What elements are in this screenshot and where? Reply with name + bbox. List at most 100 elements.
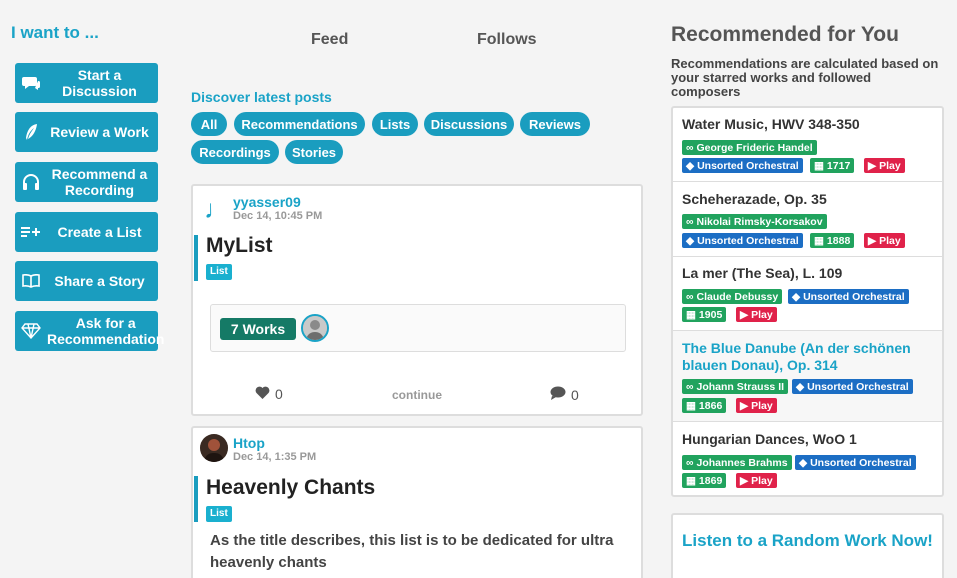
- recommended-subtitle: Recommendations are calculated based on …: [671, 56, 939, 99]
- ask-recommendation-button[interactable]: Ask for a Recommendation: [15, 311, 164, 351]
- filter-stories[interactable]: Stories: [285, 140, 343, 164]
- post-title[interactable]: MyList: [206, 234, 273, 258]
- post-card: ♩ yyasser09 Dec 14, 10:45 PM MyList List…: [191, 184, 643, 416]
- genre-name: Unsorted Orchestral: [697, 234, 799, 247]
- year-value: 1888: [826, 234, 851, 247]
- recommendations-column: Recommended for You Recommendations are …: [670, 0, 957, 578]
- create-list-button[interactable]: Create a List: [15, 212, 158, 252]
- calendar-icon: ▦: [686, 399, 696, 412]
- tag-icon: ◆: [686, 234, 695, 247]
- filter-recordings[interactable]: Recordings: [191, 140, 279, 164]
- recommendation-item: Water Music, HWV 348-350 ∞ George Frideri…: [673, 108, 942, 182]
- listen-random-link[interactable]: Listen to a Random Work Now!: [673, 532, 942, 550]
- year-value: 1866: [698, 399, 723, 412]
- post-card: Htop Dec 14, 1:35 PM Heavenly Chants Lis…: [191, 426, 643, 578]
- heart-icon: [255, 386, 270, 402]
- user-avatar[interactable]: [200, 434, 228, 462]
- review-work-button[interactable]: Review a Work: [15, 112, 158, 152]
- post-username[interactable]: yyasser09: [233, 194, 301, 210]
- post-type-badge: List: [206, 264, 232, 280]
- post-type-badge: List: [206, 506, 232, 522]
- start-discussion-label: Start a Discussion: [62, 67, 137, 99]
- link-icon: ∞: [686, 456, 694, 469]
- continue-link[interactable]: continue: [392, 388, 442, 402]
- play-label: Play: [879, 159, 901, 172]
- play-button[interactable]: ▶ Play: [736, 398, 777, 413]
- play-button[interactable]: ▶ Play: [736, 473, 777, 488]
- composer-avatar: [301, 314, 329, 342]
- genre-badge[interactable]: ◆ Unsorted Orchestral: [682, 158, 803, 173]
- composer-name: Nikolai Rimsky-Korsakov: [696, 215, 823, 228]
- work-title[interactable]: The Blue Danube (An der schönen blauen D…: [682, 340, 932, 374]
- recommendation-item: La mer (The Sea), L. 109 ∞ Claude Debussy…: [673, 257, 942, 331]
- discover-heading: Discover latest posts: [191, 89, 332, 105]
- post-username[interactable]: Htop: [233, 435, 265, 451]
- like-button[interactable]: 0: [255, 386, 283, 402]
- composer-name: Johann Strauss II: [696, 380, 785, 393]
- youtube-icon: ▶: [740, 399, 749, 412]
- work-title[interactable]: Scheherazade, Op. 35: [682, 191, 932, 208]
- genre-badge[interactable]: ◆ Unsorted Orchestral: [792, 379, 913, 394]
- filter-all[interactable]: All: [191, 112, 227, 136]
- composer-badge[interactable]: ∞ Nikolai Rimsky-Korsakov: [682, 214, 827, 229]
- recommend-recording-label: Recommend a Recording: [51, 166, 148, 198]
- year-value: 1717: [826, 159, 851, 172]
- tag-icon: ◆: [792, 290, 801, 303]
- comment-icon: [550, 386, 566, 403]
- play-button[interactable]: ▶ Play: [736, 307, 777, 322]
- play-label: Play: [751, 474, 773, 487]
- year-badge: ▦ 1869: [682, 473, 727, 488]
- composer-badge[interactable]: ∞ Claude Debussy: [682, 289, 783, 304]
- genre-badge[interactable]: ◆ Unsorted Orchestral: [795, 455, 916, 470]
- music-note-icon: ♩: [204, 194, 230, 224]
- composer-name: Johannes Brahms: [696, 456, 788, 469]
- composer-badge[interactable]: ∞ Johann Strauss II: [682, 379, 789, 394]
- title-accent-bar: [194, 476, 198, 522]
- tab-feed[interactable]: Feed: [311, 31, 348, 49]
- recommendation-item: Scheherazade, Op. 35 ∞ Nikolai Rimsky-Kor…: [673, 182, 942, 257]
- filter-lists[interactable]: Lists: [372, 112, 418, 136]
- random-work-card: Listen to a Random Work Now!: [671, 513, 944, 578]
- page-root: I want to ... Start a Discussion Review …: [0, 0, 957, 578]
- review-work-label: Review a Work: [50, 124, 149, 140]
- share-story-label: Share a Story: [54, 273, 145, 289]
- genre-badge[interactable]: ◆ Unsorted Orchestral: [682, 233, 803, 248]
- diamond-icon: [15, 323, 47, 339]
- filter-reviews[interactable]: Reviews: [520, 112, 590, 136]
- genre-name: Unsorted Orchestral: [810, 456, 912, 469]
- genre-badge[interactable]: ◆ Unsorted Orchestral: [788, 289, 909, 304]
- play-button[interactable]: ▶ Play: [864, 158, 905, 173]
- ask-recommendation-label: Ask for a Recommendation: [47, 315, 165, 347]
- play-button[interactable]: ▶ Play: [864, 233, 905, 248]
- work-title[interactable]: La mer (The Sea), L. 109: [682, 265, 932, 282]
- composer-name: George Frideric Handel: [696, 141, 813, 154]
- post-title[interactable]: Heavenly Chants: [206, 476, 375, 500]
- year-badge: ▦ 1905: [682, 307, 727, 322]
- youtube-icon: ▶: [740, 474, 749, 487]
- year-badge: ▦ 1888: [810, 233, 855, 248]
- year-badge: ▦ 1717: [810, 158, 855, 173]
- recommendation-item: The Blue Danube (An der schönen blauen D…: [673, 331, 942, 422]
- recommended-heading: Recommended for You: [671, 23, 899, 46]
- composer-badge[interactable]: ∞ George Frideric Handel: [682, 140, 817, 155]
- works-count-badge[interactable]: 7 Works: [220, 318, 296, 340]
- recommendation-item: Hungarian Dances, WoO 1 ∞ Johannes Brahms…: [673, 422, 942, 495]
- work-title[interactable]: Water Music, HWV 348-350: [682, 116, 932, 133]
- left-sidebar: I want to ... Start a Discussion Review …: [0, 0, 175, 578]
- tab-follows[interactable]: Follows: [477, 31, 537, 49]
- sidebar-heading: I want to ...: [11, 23, 99, 42]
- filter-recommendations[interactable]: Recommendations: [234, 112, 365, 136]
- share-story-button[interactable]: Share a Story: [15, 261, 158, 301]
- filter-discussions[interactable]: Discussions: [424, 112, 514, 136]
- genre-name: Unsorted Orchestral: [697, 159, 799, 172]
- comment-button[interactable]: 0: [550, 386, 579, 403]
- recommend-recording-button[interactable]: Recommend a Recording: [15, 162, 158, 202]
- post-date: Dec 14, 1:35 PM: [233, 451, 317, 463]
- genre-name: Unsorted Orchestral: [803, 290, 905, 303]
- start-discussion-button[interactable]: Start a Discussion: [15, 63, 158, 103]
- work-title[interactable]: Hungarian Dances, WoO 1: [682, 431, 932, 448]
- composer-badge[interactable]: ∞ Johannes Brahms: [682, 455, 792, 470]
- link-icon: ∞: [686, 215, 694, 228]
- recommendation-list: Water Music, HWV 348-350 ∞ George Frideri…: [671, 106, 944, 497]
- create-list-label: Create a List: [57, 224, 142, 240]
